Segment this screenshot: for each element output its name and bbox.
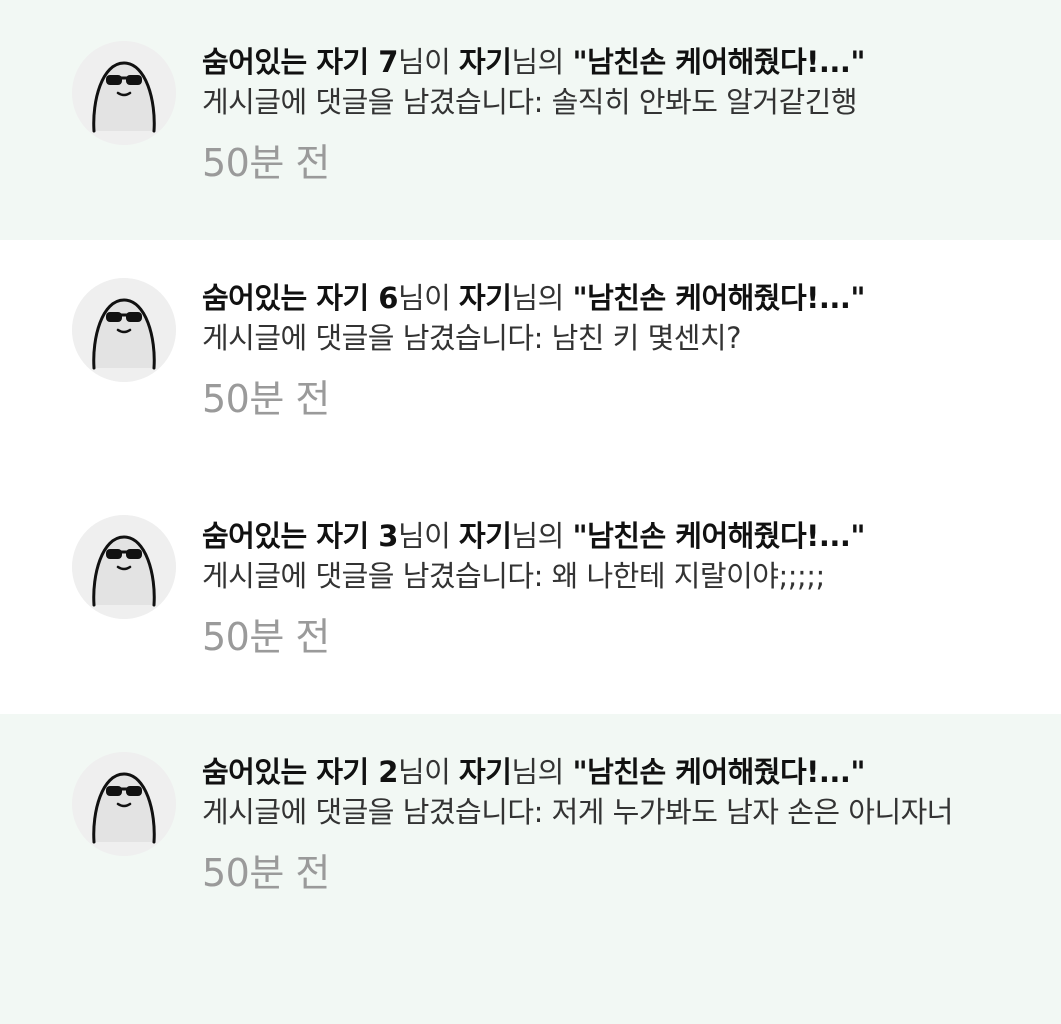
- timestamp: 50분 전: [202, 851, 330, 895]
- post-title: "남친손 케어해줬다!...": [572, 755, 866, 789]
- penguin-sunglasses-avatar-icon: [72, 515, 176, 619]
- comment-author: 숨어있는 자기 2: [202, 755, 398, 789]
- post-title: "남친손 케어해줬다!...": [572, 45, 866, 79]
- notification-body: 게시글에 댓글을 남겼습니다: 왜 나한테 지랄이야;;;;;: [202, 559, 826, 593]
- notification-headline: 숨어있는 자기 7님이 자기님의 "남친손 케어해줬다!...": [202, 45, 866, 79]
- post-owner: 자기: [459, 45, 512, 79]
- avatar[interactable]: [72, 41, 176, 145]
- comment-text: 왜 나한테 지랄이야;;;;;: [551, 559, 826, 593]
- notification-headline: 숨어있는 자기 6님이 자기님의 "남친손 케어해줬다!...": [202, 281, 866, 315]
- notification-body: 게시글에 댓글을 남겼습니다: 남친 키 몇센치?: [202, 321, 742, 355]
- avatar[interactable]: [72, 752, 176, 856]
- comment-author: 숨어있는 자기 6: [202, 281, 398, 315]
- notification-headline: 숨어있는 자기 2님이 자기님의 "남친손 케어해줬다!...": [202, 755, 866, 789]
- comment-text: 솔직히 안봐도 알거같긴행: [551, 85, 858, 119]
- post-owner: 자기: [459, 519, 512, 553]
- notification-body: 게시글에 댓글을 남겼습니다: 솔직히 안봐도 알거같긴행: [202, 85, 858, 119]
- post-owner: 자기: [459, 281, 512, 315]
- notification-list: 숨어있는 자기 7님이 자기님의 "남친손 케어해줬다!..." 게시글에 댓글…: [0, 0, 1061, 1024]
- notification-item[interactable]: 숨어있는 자기 7님이 자기님의 "남친손 케어해줬다!..." 게시글에 댓글…: [0, 0, 1061, 240]
- timestamp: 50분 전: [202, 377, 330, 421]
- timestamp: 50분 전: [202, 615, 330, 659]
- comment-author: 숨어있는 자기 7: [202, 45, 398, 79]
- penguin-sunglasses-avatar-icon: [72, 41, 176, 145]
- penguin-sunglasses-avatar-icon: [72, 752, 176, 856]
- comment-author: 숨어있는 자기 3: [202, 519, 398, 553]
- timestamp: 50분 전: [202, 141, 330, 185]
- penguin-sunglasses-avatar-icon: [72, 278, 176, 382]
- notification-headline: 숨어있는 자기 3님이 자기님의 "남친손 케어해줬다!...": [202, 519, 866, 553]
- avatar[interactable]: [72, 278, 176, 382]
- post-title: "남친손 케어해줬다!...": [572, 519, 866, 553]
- comment-text: 저게 누가봐도 남자 손은 아니자너: [551, 795, 954, 829]
- avatar[interactable]: [72, 515, 176, 619]
- post-owner: 자기: [459, 755, 512, 789]
- notification-item[interactable]: 숨어있는 자기 2님이 자기님의 "남친손 케어해줬다!..." 게시글에 댓글…: [0, 714, 1061, 1024]
- comment-text: 남친 키 몇센치?: [551, 321, 742, 355]
- notification-item[interactable]: 숨어있는 자기 3님이 자기님의 "남친손 케어해줬다!..." 게시글에 댓글…: [0, 478, 1061, 714]
- post-title: "남친손 케어해줬다!...": [572, 281, 866, 315]
- notification-item[interactable]: 숨어있는 자기 6님이 자기님의 "남친손 케어해줬다!..." 게시글에 댓글…: [0, 240, 1061, 478]
- notification-body: 게시글에 댓글을 남겼습니다: 저게 누가봐도 남자 손은 아니자너: [202, 795, 954, 829]
